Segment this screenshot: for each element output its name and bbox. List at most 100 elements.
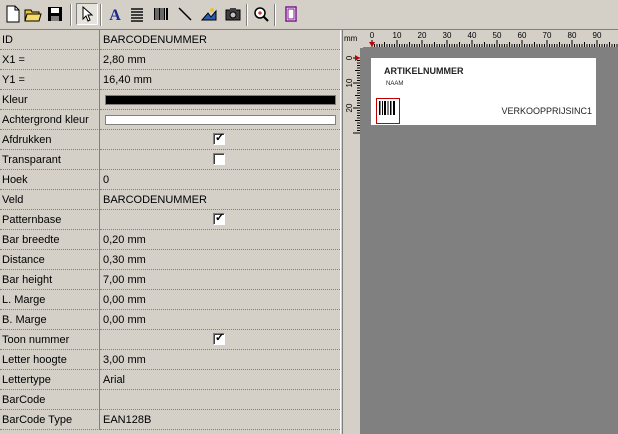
property-value[interactable]: 0,00 mm xyxy=(100,290,340,310)
property-value[interactable]: 0,00 mm xyxy=(100,310,340,330)
ruler-tick-label: 30 xyxy=(443,31,452,40)
property-value[interactable]: BARCODENUMMER xyxy=(100,30,340,50)
horizontal-ruler: 0 10 20 30 40 50 60 70 80 90 xyxy=(343,30,618,48)
property-value[interactable] xyxy=(100,90,340,110)
property-value[interactable] xyxy=(100,110,340,130)
ruler-tick-label: 10 xyxy=(393,31,402,40)
line-tool-icon xyxy=(178,7,192,21)
color-swatch[interactable] xyxy=(105,95,336,105)
camera-button[interactable] xyxy=(222,3,244,25)
ruler-tick-label: 0 xyxy=(370,31,375,40)
toolbar-separator xyxy=(246,4,248,26)
property-row[interactable]: Bar height 7,00 mm xyxy=(0,270,340,290)
property-row[interactable]: Achtergrond kleur xyxy=(0,110,340,130)
check-mark-icon: ✓ xyxy=(215,332,225,344)
toon-nummer-checkbox[interactable]: ✓ xyxy=(213,332,225,345)
label-field-naam[interactable]: NAAM xyxy=(386,81,403,87)
label-field-verkoopprijs[interactable]: VERKOOPPRIJSINC1 xyxy=(501,106,592,116)
lines-text-button[interactable] xyxy=(126,3,148,25)
property-value[interactable]: ✓ xyxy=(100,150,340,170)
property-row[interactable]: Kleur xyxy=(0,90,340,110)
toolbar-separator xyxy=(274,4,276,26)
ruler-tick-label: 50 xyxy=(493,31,502,40)
property-value[interactable]: BARCODENUMMER xyxy=(100,190,340,210)
image-tool-icon xyxy=(200,8,217,21)
property-name: Patternbase xyxy=(0,210,100,230)
label-field-artikelnummer[interactable]: ARTIKELNUMMER xyxy=(384,66,464,76)
property-row[interactable]: L. Marge 0,00 mm xyxy=(0,290,340,310)
vertical-ruler-scale: 0 10 20 xyxy=(345,55,360,134)
ruler-tick-label: 20 xyxy=(418,31,427,40)
property-value[interactable]: 2,80 mm xyxy=(100,50,340,70)
pointer-select-icon xyxy=(82,5,94,22)
property-name: L. Marge xyxy=(0,290,100,310)
property-value[interactable]: 0 xyxy=(100,170,340,190)
property-row[interactable]: Y1 = 16,40 mm xyxy=(0,70,340,90)
property-row[interactable]: Veld BARCODENUMMER xyxy=(0,190,340,210)
lines-text-icon xyxy=(131,8,143,22)
patternbase-checkbox[interactable]: ✓ xyxy=(213,212,225,225)
property-row[interactable]: Patternbase ✓ xyxy=(0,210,340,230)
property-value[interactable]: EAN128B xyxy=(100,410,340,430)
afdrukken-checkbox[interactable]: ✓ xyxy=(213,132,225,145)
toolbar: A xyxy=(0,0,618,30)
ruler-tick-label: 60 xyxy=(518,31,527,40)
property-row[interactable]: Toon nummer ✓ xyxy=(0,330,340,350)
property-row[interactable]: Hoek 0 xyxy=(0,170,340,190)
property-value[interactable]: 0,20 mm xyxy=(100,230,340,250)
property-value[interactable]: 7,00 mm xyxy=(100,270,340,290)
property-value[interactable]: ✓ xyxy=(100,210,340,230)
label-preview[interactable]: ARTIKELNUMMER NAAM VERKOOPPRIJSINC1 xyxy=(371,58,596,125)
property-name: Veld xyxy=(0,190,100,210)
horizontal-ruler-scale: 0 10 20 30 40 50 60 70 80 90 xyxy=(369,31,618,47)
property-name: Afdrukken xyxy=(0,130,100,150)
property-row[interactable]: Letter hoogte 3,00 mm xyxy=(0,350,340,370)
camera-icon xyxy=(225,8,241,21)
property-value[interactable]: 0,30 mm xyxy=(100,250,340,270)
save-button[interactable] xyxy=(44,3,66,25)
property-row[interactable]: Afdrukken ✓ xyxy=(0,130,340,150)
new-document-button[interactable] xyxy=(2,3,24,25)
property-row[interactable]: Distance 0,30 mm xyxy=(0,250,340,270)
property-row[interactable]: Bar breedte 0,20 mm xyxy=(0,230,340,250)
property-name: B. Marge xyxy=(0,310,100,330)
property-row[interactable]: X1 = 2,80 mm xyxy=(0,50,340,70)
property-name: BarCode Type xyxy=(0,410,100,430)
text-tool-button[interactable]: A xyxy=(104,3,126,25)
image-tool-button[interactable] xyxy=(198,3,220,25)
svg-text:A: A xyxy=(109,7,121,23)
property-name: Letter hoogte xyxy=(0,350,100,370)
property-grid: ID BARCODENUMMER X1 = 2,80 mm Y1 = 16,40… xyxy=(0,30,340,434)
property-value[interactable]: 16,40 mm xyxy=(100,70,340,90)
toolbar-separator xyxy=(70,4,72,26)
property-row[interactable]: BarCode Type EAN128B xyxy=(0,410,340,430)
color-swatch[interactable] xyxy=(105,115,336,125)
ruler-tick-label: 90 xyxy=(593,31,602,40)
barcode-tool-button[interactable] xyxy=(150,3,172,25)
line-tool-button[interactable] xyxy=(174,3,196,25)
zoom-button[interactable] xyxy=(250,3,272,25)
selected-barcode-element[interactable] xyxy=(376,98,400,124)
property-row[interactable]: ID BARCODENUMMER xyxy=(0,30,340,50)
label-designer-canvas[interactable]: 0 10 20 30 40 50 60 70 80 90 0 10 20 mm … xyxy=(343,30,618,434)
save-disk-icon xyxy=(48,7,62,21)
open-button[interactable] xyxy=(22,3,44,25)
ruler-tick-label: 20 xyxy=(345,103,354,112)
property-value[interactable]: ✓ xyxy=(100,330,340,350)
property-value[interactable]: Arial xyxy=(100,370,340,390)
property-row[interactable]: BarCode xyxy=(0,390,340,410)
transparant-checkbox[interactable]: ✓ xyxy=(213,153,225,165)
property-row[interactable]: B. Marge 0,00 mm xyxy=(0,310,340,330)
ruler-tick-label: 0 xyxy=(345,55,354,60)
property-value[interactable]: ✓ xyxy=(100,130,340,150)
property-name: Achtergrond kleur xyxy=(0,110,100,130)
check-mark-icon: ✓ xyxy=(215,212,225,224)
page-layout-button[interactable] xyxy=(280,3,302,25)
ruler-tick-label: 10 xyxy=(345,78,354,87)
property-name: BarCode xyxy=(0,390,100,410)
property-value[interactable] xyxy=(100,390,340,410)
property-value[interactable]: 3,00 mm xyxy=(100,350,340,370)
property-row[interactable]: Transparant ✓ xyxy=(0,150,340,170)
pointer-select-button[interactable] xyxy=(76,3,98,25)
property-row[interactable]: Lettertype Arial xyxy=(0,370,340,390)
